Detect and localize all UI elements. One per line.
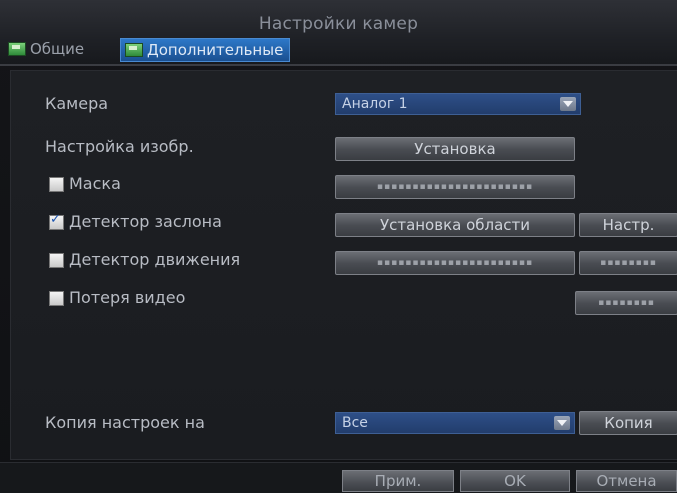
image-setup-button[interactable]: Установка xyxy=(335,137,575,161)
tab-advanced-icon xyxy=(125,43,143,57)
motion-area-button: ▪▪▪▪▪▪▪▪▪▪▪▪▪▪▪▪▪▪▪▪▪▪ xyxy=(335,251,575,275)
chevron-down-icon xyxy=(560,97,576,111)
image-settings-label: Настройка изобр. xyxy=(45,137,194,156)
videoloss-setup-button: ▪▪▪▪▪▪▪▪ xyxy=(575,291,677,315)
motion-checkbox[interactable] xyxy=(49,253,64,268)
mask-setup-button: ▪▪▪▪▪▪▪▪▪▪▪▪▪▪▪▪▪▪▪▪▪▪ xyxy=(335,175,575,199)
motion-label: Детектор движения xyxy=(69,250,241,269)
cancel-button[interactable]: Отмена xyxy=(576,470,677,492)
tamper-label: Детектор заслона xyxy=(69,212,222,231)
tab-advanced-label: Дополнительные xyxy=(147,41,284,59)
camera-select-value: Аналог 1 xyxy=(342,96,408,112)
motion-setup-button: ▪▪▪▪▪▪▪▪ xyxy=(579,251,677,275)
mask-label: Маска xyxy=(69,174,121,193)
tamper-area-button[interactable]: Установка области xyxy=(335,213,575,237)
copy-button[interactable]: Копия xyxy=(579,411,677,435)
videoloss-label: Потеря видео xyxy=(69,288,186,307)
tab-general-label: Общие xyxy=(30,40,85,58)
ok-button[interactable]: OK xyxy=(460,470,570,492)
apply-button[interactable]: Прим. xyxy=(342,470,454,492)
camera-label: Камера xyxy=(45,94,109,113)
settings-panel: Камера Аналог 1 Настройка изобр. Установ… xyxy=(10,70,677,460)
chevron-down-icon xyxy=(554,416,570,430)
disabled-placeholder: ▪▪▪▪▪▪▪▪▪▪▪▪▪▪▪▪▪▪▪▪▪▪ xyxy=(376,182,534,192)
disabled-placeholder: ▪▪▪▪▪▪▪▪ xyxy=(600,258,657,268)
tab-general[interactable]: Общие xyxy=(4,38,90,60)
videoloss-checkbox[interactable] xyxy=(49,291,64,306)
mask-checkbox[interactable] xyxy=(49,177,64,192)
disabled-placeholder: ▪▪▪▪▪▪▪▪ xyxy=(598,298,655,308)
copy-target-select[interactable]: Все xyxy=(335,412,575,434)
tab-advanced[interactable]: Дополнительные xyxy=(120,38,291,62)
window-title: Настройки камер xyxy=(258,14,419,34)
disabled-placeholder: ▪▪▪▪▪▪▪▪▪▪▪▪▪▪▪▪▪▪▪▪▪▪ xyxy=(376,258,534,268)
copy-target-value: Все xyxy=(342,415,368,431)
window-header: Настройки камер Общие Дополнительные xyxy=(0,0,677,66)
tab-general-icon xyxy=(8,42,26,56)
tamper-setup-button[interactable]: Настр. xyxy=(579,213,677,237)
tamper-checkbox[interactable] xyxy=(49,212,64,230)
copy-label: Копия настроек на xyxy=(45,413,205,432)
camera-select[interactable]: Аналог 1 xyxy=(335,93,581,115)
settings-window: Настройки камер Общие Дополнительные Кам… xyxy=(0,0,677,493)
